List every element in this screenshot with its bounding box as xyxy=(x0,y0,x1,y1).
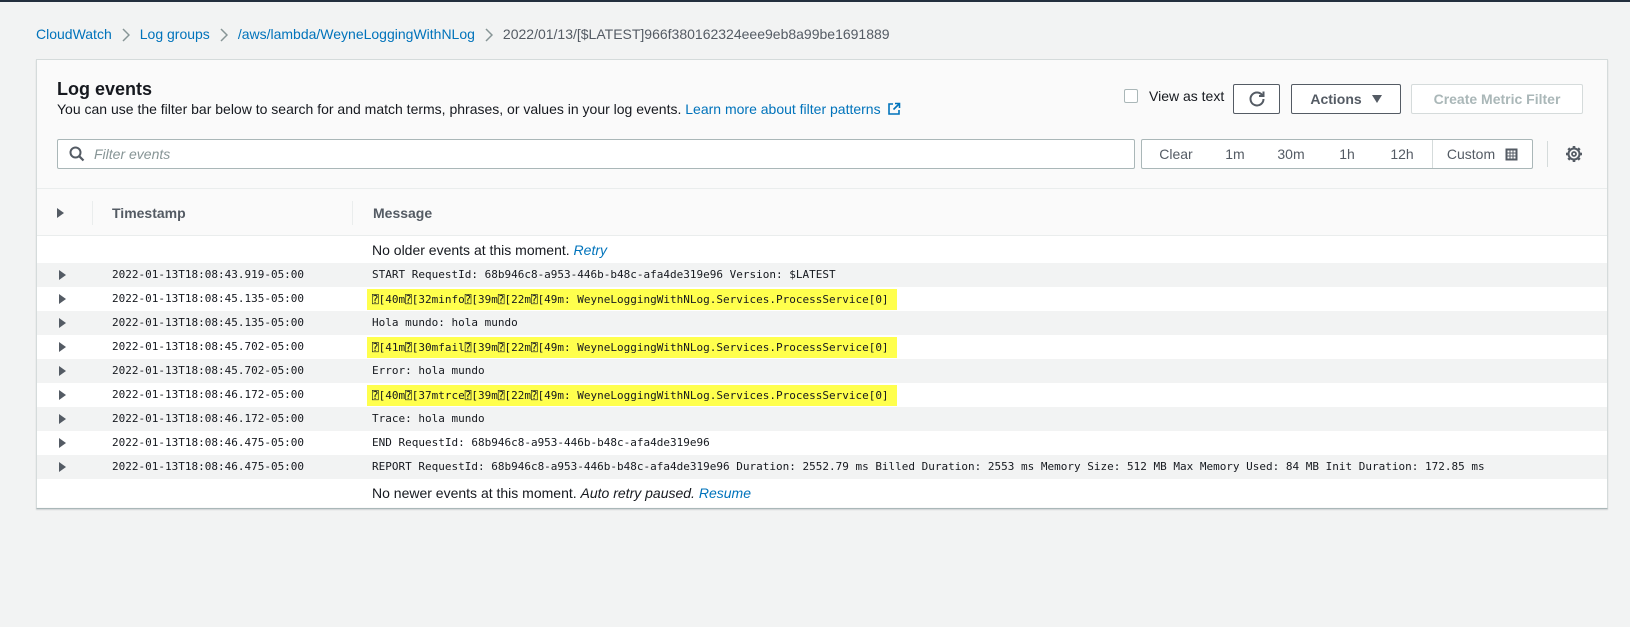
row-timestamp: 2022-01-13T18:08:46.475-05:00 xyxy=(112,436,305,449)
table-row[interactable]: 2022-01-13T18:08:45.702-05:00 ⍰[41m⍰[30mf… xyxy=(37,335,1607,359)
panel-title: Log events xyxy=(57,79,153,99)
row-timestamp: 2022-01-13T18:08:46.475-05:00 xyxy=(112,460,305,473)
expand-row-icon[interactable] xyxy=(59,390,66,400)
view-as-text-toggle[interactable]: View as text xyxy=(1124,88,1224,104)
row-timestamp: 2022-01-13T18:08:45.135-05:00 xyxy=(112,292,305,305)
expand-row-icon[interactable] xyxy=(59,462,66,472)
table-row[interactable]: 2022-01-13T18:08:46.475-05:00 END Request… xyxy=(37,431,1607,455)
breadcrumb-log-group[interactable]: /aws/lambda/WeyneLoggingWithNLog xyxy=(238,26,475,42)
time-range-30m[interactable]: 30m xyxy=(1260,140,1322,168)
time-range-1m[interactable]: 1m xyxy=(1210,140,1260,168)
row-timestamp: 2022-01-13T18:08:45.135-05:00 xyxy=(112,316,305,329)
breadcrumb-log-stream: 2022/01/13/[$LATEST]966f380162324eee9eb8… xyxy=(502,26,890,42)
expand-row-icon[interactable] xyxy=(59,366,66,376)
view-as-text-label: View as text xyxy=(1149,88,1225,104)
row-message: ⍰[40m⍰[37mtrce⍰[39m⍰[22m⍰[49m: WeyneLogg… xyxy=(367,385,897,406)
table-row[interactable]: 2022-01-13T18:08:46.475-05:00 REPORT Requ… xyxy=(37,455,1607,479)
time-range-clear[interactable]: Clear xyxy=(1142,140,1210,168)
expand-row-icon[interactable] xyxy=(59,438,66,448)
row-message: ⍰[40m⍰[32minfo⍰[39m⍰[22m⍰[49m: WeyneLogg… xyxy=(367,289,897,310)
no-newer-events-message: No newer events at this moment. Auto ret… xyxy=(372,479,751,507)
actions-dropdown[interactable]: Actions xyxy=(1291,84,1401,114)
view-as-text-checkbox[interactable] xyxy=(1124,89,1138,103)
breadcrumb-log-groups[interactable]: Log groups xyxy=(140,26,210,42)
learn-more-link[interactable]: Learn more about filter patterns xyxy=(685,101,900,117)
time-range-custom[interactable]: Custom xyxy=(1432,140,1532,168)
table-row[interactable]: 2022-01-13T18:08:43.919-05:00 START Reque… xyxy=(37,263,1607,287)
table-body: No older events at this moment. Retry 20… xyxy=(37,236,1607,507)
no-older-events-row: No older events at this moment. Retry xyxy=(37,236,1607,263)
auto-retry-paused-text: Auto retry paused. xyxy=(580,485,695,501)
time-range-selector: Clear 1m 30m 1h 12h Custom xyxy=(1141,139,1533,169)
chevron-right-icon xyxy=(210,26,238,42)
table-row[interactable]: 2022-01-13T18:08:45.702-05:00 Error: hola… xyxy=(37,359,1607,383)
search-icon xyxy=(69,146,85,162)
row-message: Error: hola mundo xyxy=(372,364,485,377)
log-events-panel: Log events You can use the filter bar be… xyxy=(36,59,1608,509)
table-row[interactable]: 2022-01-13T18:08:46.172-05:00 ⍰[40m⍰[37mt… xyxy=(37,383,1607,407)
row-timestamp: 2022-01-13T18:08:46.172-05:00 xyxy=(112,412,305,425)
refresh-icon xyxy=(1249,91,1264,107)
table-row[interactable]: 2022-01-13T18:08:46.172-05:00 Trace: hola… xyxy=(37,407,1607,431)
retry-link[interactable]: Retry xyxy=(574,242,607,258)
row-timestamp: 2022-01-13T18:08:46.172-05:00 xyxy=(112,388,305,401)
row-message: Trace: hola mundo xyxy=(372,412,485,425)
no-older-text: No older events at this moment. xyxy=(372,242,570,258)
table-header: Timestamp Message xyxy=(37,188,1607,236)
top-bar xyxy=(0,0,1630,2)
column-header-message[interactable]: Message xyxy=(352,201,652,225)
create-metric-filter-button[interactable]: Create Metric Filter xyxy=(1411,84,1583,114)
log-rows: 2022-01-13T18:08:43.919-05:00 START Reque… xyxy=(37,263,1607,479)
row-message: ⍰[41m⍰[30mfail⍰[39m⍰[22m⍰[49m: WeyneLogg… xyxy=(367,337,897,358)
no-newer-text: No newer events at this moment. xyxy=(372,485,577,501)
time-range-12h[interactable]: 12h xyxy=(1372,140,1432,168)
no-older-events-message: No older events at this moment. Retry xyxy=(372,236,607,264)
filter-events-field[interactable] xyxy=(57,139,1135,169)
external-link-icon xyxy=(887,102,900,115)
resume-link[interactable]: Resume xyxy=(699,485,751,501)
log-events-table: Timestamp Message No older events at thi… xyxy=(37,188,1607,507)
learn-more-label: Learn more about filter patterns xyxy=(685,101,881,117)
row-timestamp: 2022-01-13T18:08:45.702-05:00 xyxy=(112,340,305,353)
row-timestamp: 2022-01-13T18:08:45.702-05:00 xyxy=(112,364,305,377)
refresh-button[interactable] xyxy=(1233,84,1280,114)
expand-row-icon[interactable] xyxy=(59,342,66,352)
row-message: START RequestId: 68b946c8-a953-446b-b48c… xyxy=(372,268,836,281)
description-text: You can use the filter bar below to sear… xyxy=(57,101,682,117)
divider xyxy=(1547,141,1548,167)
expand-row-icon[interactable] xyxy=(59,294,66,304)
chevron-right-icon xyxy=(475,26,503,42)
table-row[interactable]: 2022-01-13T18:08:45.135-05:00 Hola mundo:… xyxy=(37,311,1607,335)
no-newer-events-row: No newer events at this moment. Auto ret… xyxy=(37,479,1607,507)
row-message: END RequestId: 68b946c8-a953-446b-b48c-a… xyxy=(372,436,710,449)
chevron-right-icon xyxy=(112,26,140,42)
expand-row-icon[interactable] xyxy=(59,318,66,328)
time-range-1h[interactable]: 1h xyxy=(1322,140,1372,168)
custom-label: Custom xyxy=(1446,146,1496,162)
actions-label: Actions xyxy=(1310,91,1362,107)
gear-icon[interactable] xyxy=(1565,145,1583,163)
caret-down-icon xyxy=(1371,95,1382,103)
calendar-icon xyxy=(1505,148,1518,160)
row-message: Hola mundo: hola mundo xyxy=(372,316,518,329)
expand-row-icon[interactable] xyxy=(59,270,66,280)
table-row[interactable]: 2022-01-13T18:08:45.135-05:00 ⍰[40m⍰[32mi… xyxy=(37,287,1607,311)
row-message: REPORT RequestId: 68b946c8-a953-446b-b48… xyxy=(372,460,1485,473)
breadcrumb: CloudWatch Log groups /aws/lambda/WeyneL… xyxy=(36,24,890,44)
panel-description: You can use the filter bar below to sear… xyxy=(57,101,901,117)
filter-events-input[interactable] xyxy=(94,146,1094,162)
breadcrumb-cloudwatch[interactable]: CloudWatch xyxy=(36,26,112,42)
row-timestamp: 2022-01-13T18:08:43.919-05:00 xyxy=(112,268,305,281)
expand-row-icon[interactable] xyxy=(59,414,66,424)
column-header-timestamp[interactable]: Timestamp xyxy=(92,201,352,225)
expand-all-toggle[interactable] xyxy=(57,189,91,236)
caret-right-icon xyxy=(57,207,64,218)
